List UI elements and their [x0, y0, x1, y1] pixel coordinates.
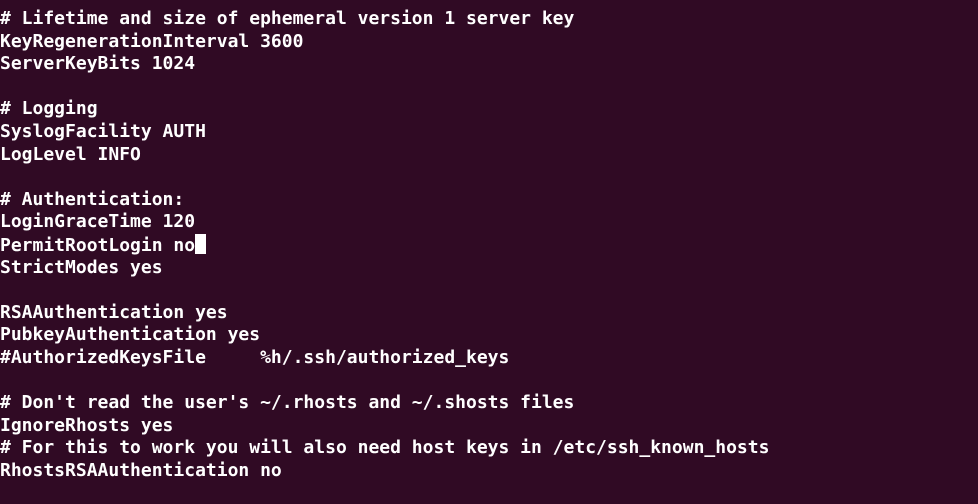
- terminal-line: ServerKeyBits 1024: [0, 53, 196, 75]
- terminal-line: RSAAuthentication yes: [0, 301, 228, 323]
- terminal-line: IgnoreRhosts yes: [0, 414, 174, 436]
- terminal-line-cursor: PermitRootLogin no: [0, 233, 978, 257]
- terminal-line: PubkeyAuthentication yes: [0, 324, 261, 346]
- terminal-line: LogLevel INFO: [0, 143, 141, 165]
- terminal-line: KeyRegenerationInterval 3600: [0, 30, 304, 52]
- terminal-line: RhostsRSAAuthentication no: [0, 459, 282, 481]
- terminal-line-text: PermitRootLogin no: [0, 234, 196, 256]
- terminal-line: # Authentication:: [0, 188, 185, 210]
- terminal-line: StrictModes yes: [0, 256, 163, 278]
- terminal-line: # Don't read the user's ~/.rhosts and ~/…: [0, 392, 575, 414]
- terminal-line: # For this to work you will also need ho…: [0, 437, 770, 459]
- terminal-line: SyslogFacility AUTH: [0, 120, 206, 142]
- terminal-line: # Logging: [0, 98, 98, 120]
- text-cursor: [195, 233, 207, 254]
- terminal-window[interactable]: # Lifetime and size of ephemeral version…: [0, 0, 978, 504]
- terminal-line: #AuthorizedKeysFile %h/.ssh/authorized_k…: [0, 346, 510, 368]
- terminal-line: # Lifetime and size of ephemeral version…: [0, 8, 575, 29]
- terminal-line: LoginGraceTime 120: [0, 211, 196, 233]
